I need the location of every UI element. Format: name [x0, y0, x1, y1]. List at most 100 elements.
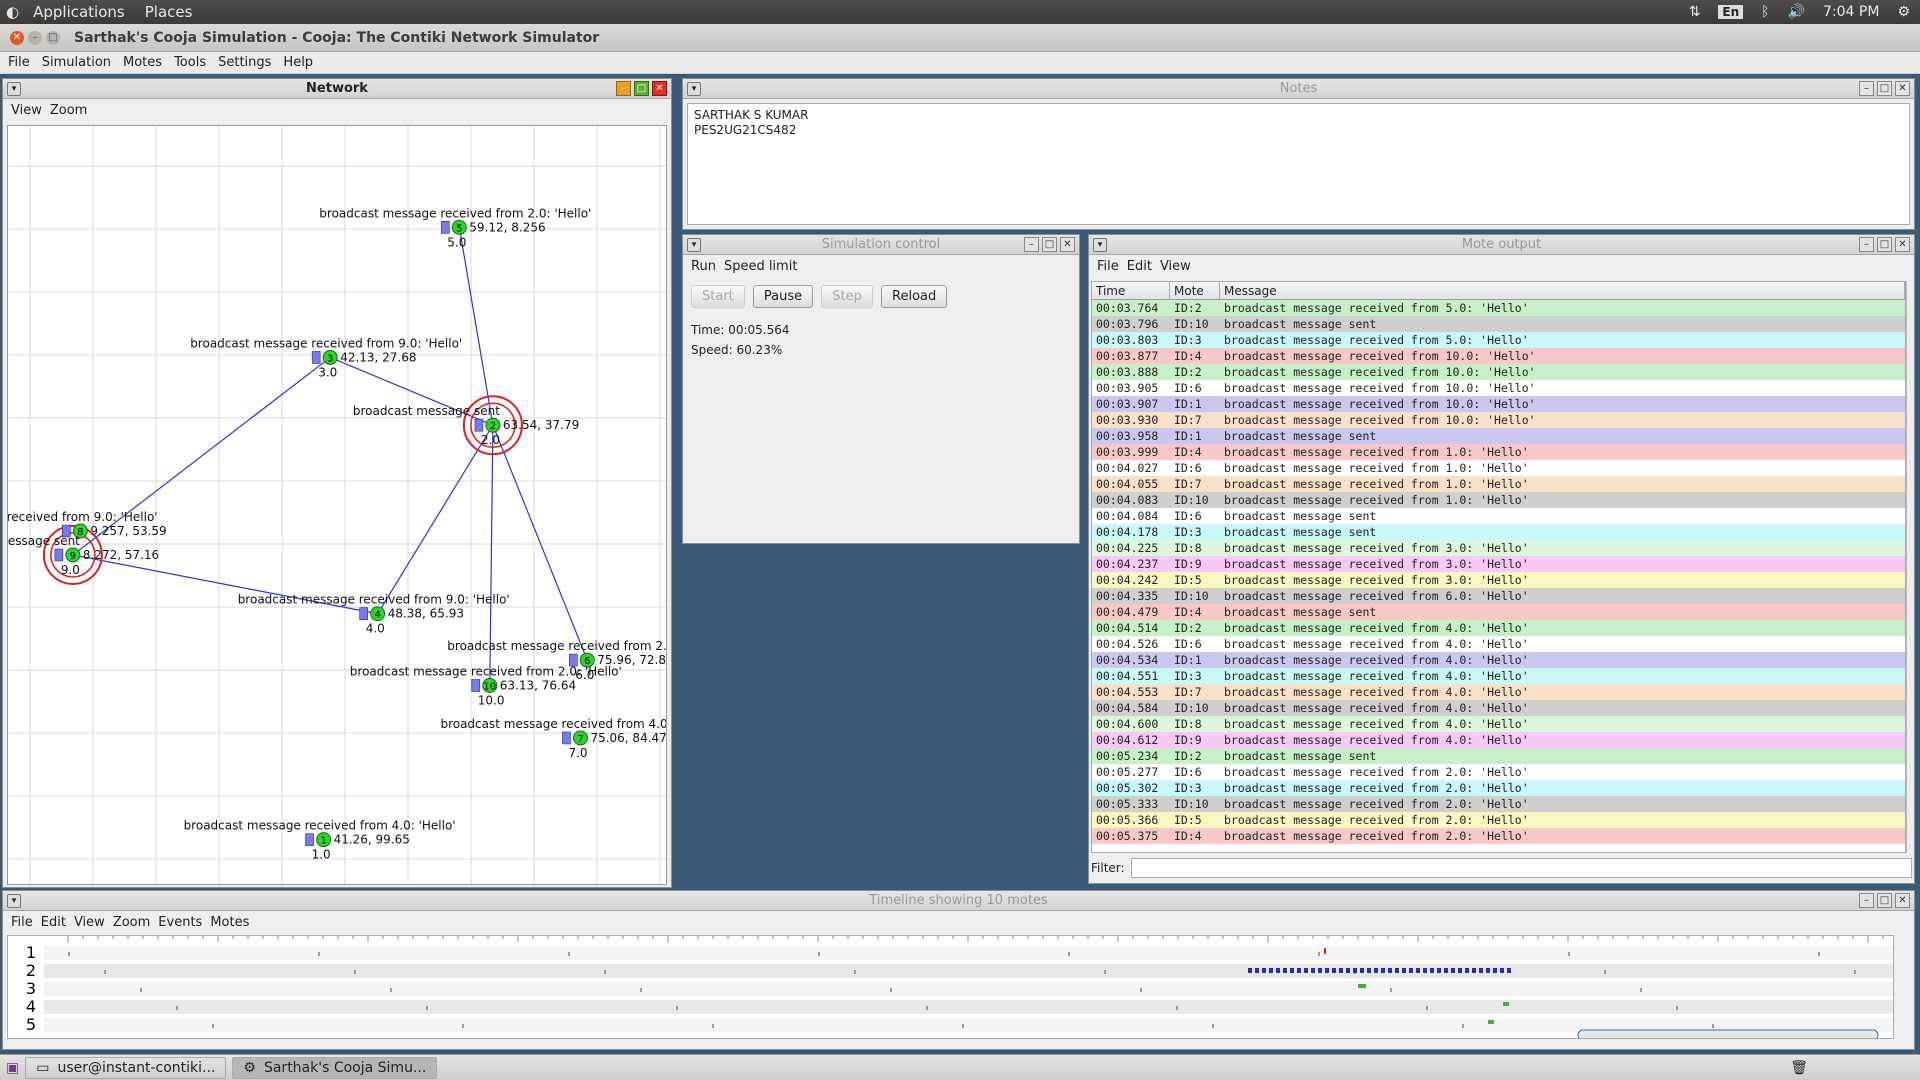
table-row[interactable]: 00:05.234 ID:2 broadcast message sent: [1092, 748, 1905, 764]
menu-help[interactable]: Help: [283, 55, 313, 70]
table-row[interactable]: 00:03.803 ID:3 broadcast message received …: [1092, 332, 1905, 348]
simcontrol-minimize-button[interactable]: –: [1024, 237, 1039, 252]
table-row[interactable]: 00:04.612 ID:9 broadcast message received …: [1092, 732, 1905, 748]
taskbar-cooja[interactable]: ⚙ Sarthak's Cooja Simu...: [232, 1056, 438, 1079]
mote-output-scrollbar[interactable]: [1906, 281, 1914, 853]
timeline-graph[interactable]: 12345: [8, 936, 1894, 1039]
trash-icon[interactable]: 🗑: [1790, 1060, 1808, 1076]
clock[interactable]: 7:04 PM: [1823, 4, 1879, 20]
table-row[interactable]: 00:04.225 ID:8 broadcast message received …: [1092, 540, 1905, 556]
menu-motes[interactable]: Motes: [123, 55, 162, 70]
applications-menu[interactable]: Applications: [27, 3, 131, 21]
table-row[interactable]: 00:03.764 ID:2 broadcast message received …: [1092, 300, 1905, 316]
notes-maximize-button[interactable]: □: [1877, 81, 1892, 96]
minimize-window-button[interactable]: –: [28, 30, 42, 45]
menu-file[interactable]: File: [8, 55, 30, 70]
table-row[interactable]: 00:03.999 ID:4 broadcast message received …: [1092, 444, 1905, 460]
moteoutput-system-menu-button[interactable]: ▾: [1093, 237, 1107, 252]
notes-close-button[interactable]: ✕: [1895, 81, 1910, 96]
show-desktop-icon[interactable]: ▣: [6, 1060, 19, 1076]
column-header-mote[interactable]: Mote: [1170, 282, 1220, 299]
gear-icon[interactable]: ⚙: [1897, 4, 1910, 20]
menu-settings[interactable]: Settings: [218, 55, 271, 70]
table-row[interactable]: 00:05.302 ID:3 broadcast message received …: [1092, 780, 1905, 796]
pause-button[interactable]: Pause: [752, 285, 814, 308]
table-row[interactable]: 00:04.084 ID:6 broadcast message sent: [1092, 508, 1905, 524]
timeline-system-menu-button[interactable]: ▾: [7, 893, 21, 908]
table-row[interactable]: 00:03.888 ID:2 broadcast message received …: [1092, 364, 1905, 380]
bluetooth-icon[interactable]: ᛒ: [1761, 4, 1769, 20]
table-row[interactable]: 00:05.333 ID:10 broadcast message received…: [1092, 796, 1905, 812]
simcontrol-system-menu-button[interactable]: ▾: [687, 237, 701, 252]
start-button[interactable]: Start: [691, 285, 745, 308]
moteoutput-file-menu[interactable]: File: [1097, 259, 1119, 274]
menu-simulation[interactable]: Simulation: [42, 55, 111, 70]
timeline-close-button[interactable]: ✕: [1895, 893, 1910, 908]
timeline-view-menu[interactable]: View: [74, 915, 105, 930]
table-row[interactable]: 00:04.335 ID:10 broadcast message received…: [1092, 588, 1905, 604]
simcontrol-close-button[interactable]: ✕: [1060, 237, 1075, 252]
column-header-time[interactable]: Time: [1092, 282, 1170, 299]
timeline-canvas[interactable]: 12345: [7, 935, 1894, 1039]
table-row[interactable]: 00:05.375 ID:4 broadcast message received …: [1092, 828, 1905, 844]
column-header-message[interactable]: Message: [1220, 282, 1905, 299]
moteoutput-close-button[interactable]: ✕: [1895, 237, 1910, 252]
table-row[interactable]: 00:04.534 ID:1 broadcast message received …: [1092, 652, 1905, 668]
network-zoom-menu[interactable]: Zoom: [50, 103, 87, 118]
close-window-button[interactable]: ✕: [10, 30, 24, 45]
network-close-button[interactable]: ✕: [652, 81, 667, 96]
table-row[interactable]: 00:04.514 ID:2 broadcast message received …: [1092, 620, 1905, 636]
simcontrol-maximize-button[interactable]: □: [1042, 237, 1057, 252]
simcontrol-run-menu[interactable]: Run: [691, 259, 716, 274]
table-row[interactable]: 00:04.551 ID:3 broadcast message received …: [1092, 668, 1905, 684]
table-row[interactable]: 00:05.277 ID:6 broadcast message received …: [1092, 764, 1905, 780]
table-row[interactable]: 00:03.958 ID:1 broadcast message sent: [1092, 428, 1905, 444]
table-row[interactable]: 00:04.553 ID:7 broadcast message received …: [1092, 684, 1905, 700]
moteoutput-edit-menu[interactable]: Edit: [1127, 259, 1152, 274]
network-minimize-button[interactable]: –: [616, 81, 631, 96]
table-row[interactable]: 00:05.366 ID:5 broadcast message received …: [1092, 812, 1905, 828]
taskbar-terminal[interactable]: ▭ user@instant-contiki...: [25, 1056, 227, 1079]
network-system-menu-button[interactable]: ▾: [7, 81, 21, 96]
table-row[interactable]: 00:03.877 ID:4 broadcast message received …: [1092, 348, 1905, 364]
timeline-file-menu[interactable]: File: [11, 915, 33, 930]
moteoutput-view-menu[interactable]: View: [1160, 259, 1191, 274]
reload-button[interactable]: Reload: [881, 285, 948, 308]
timeline-edit-menu[interactable]: Edit: [41, 915, 66, 930]
network-graph[interactable]: 1 41.26, 99.651.0 broadcast message receiv…: [8, 126, 667, 885]
table-row[interactable]: 00:04.237 ID:9 broadcast message received …: [1092, 556, 1905, 572]
notes-minimize-button[interactable]: –: [1859, 81, 1874, 96]
table-row[interactable]: 00:03.930 ID:7 broadcast message received …: [1092, 412, 1905, 428]
table-row[interactable]: 00:03.905 ID:6 broadcast message received …: [1092, 380, 1905, 396]
table-row[interactable]: 00:04.242 ID:5 broadcast message received …: [1092, 572, 1905, 588]
table-row[interactable]: 00:04.526 ID:6 broadcast message received …: [1092, 636, 1905, 652]
timeline-zoom-menu[interactable]: Zoom: [113, 915, 150, 930]
moteoutput-maximize-button[interactable]: □: [1877, 237, 1892, 252]
table-row[interactable]: 00:03.796 ID:10 broadcast message sent: [1092, 316, 1905, 332]
timeline-motes-menu[interactable]: Motes: [210, 915, 249, 930]
keyboard-layout-indicator[interactable]: En: [1718, 5, 1744, 19]
table-row[interactable]: 00:04.083 ID:10 broadcast message received…: [1092, 492, 1905, 508]
timeline-maximize-button[interactable]: □: [1877, 893, 1892, 908]
simcontrol-speed-limit-menu[interactable]: Speed limit: [724, 259, 797, 274]
timeline-events-menu[interactable]: Events: [158, 915, 202, 930]
menu-tools[interactable]: Tools: [174, 55, 206, 70]
moteoutput-minimize-button[interactable]: –: [1859, 237, 1874, 252]
network-view-menu[interactable]: View: [11, 103, 42, 118]
timeline-minimize-button[interactable]: –: [1859, 893, 1874, 908]
table-row[interactable]: 00:04.584 ID:10 broadcast message received…: [1092, 700, 1905, 716]
table-row[interactable]: 00:04.479 ID:4 broadcast message sent: [1092, 604, 1905, 620]
table-row[interactable]: 00:04.027 ID:6 broadcast message received …: [1092, 460, 1905, 476]
table-row[interactable]: 00:04.055 ID:7 broadcast message received …: [1092, 476, 1905, 492]
notes-text-area[interactable]: SARTHAK S KUMAR PES2UG21CS482: [687, 103, 1910, 225]
places-menu[interactable]: Places: [139, 3, 199, 21]
mote-output-table[interactable]: Time Mote Message 00:03.764 ID:2 broadcast…: [1091, 281, 1906, 853]
maximize-window-button[interactable]: □: [46, 30, 60, 45]
volume-icon[interactable]: 🔊: [1788, 4, 1805, 20]
network-canvas[interactable]: 1 41.26, 99.65 1.0 broadcast message receiv…: [7, 125, 667, 885]
network-transfer-icon[interactable]: ⇅: [1689, 4, 1701, 20]
network-maximize-button[interactable]: □: [634, 81, 649, 96]
filter-input[interactable]: [1130, 858, 1912, 878]
table-row[interactable]: 00:03.907 ID:1 broadcast message received …: [1092, 396, 1905, 412]
table-row[interactable]: 00:04.600 ID:8 broadcast message received …: [1092, 716, 1905, 732]
